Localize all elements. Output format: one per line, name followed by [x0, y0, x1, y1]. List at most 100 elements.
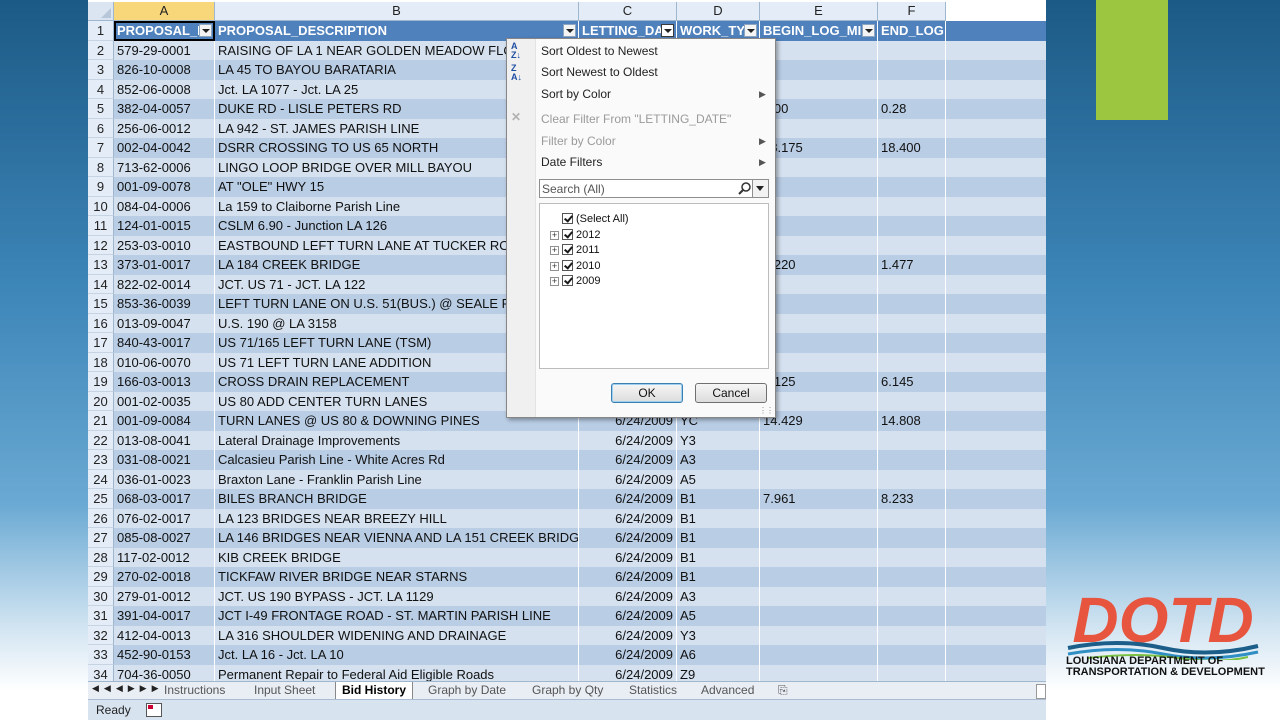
horizontal-scrollbar[interactable]: [1036, 684, 1046, 699]
table-cell-desc[interactable]: Braxton Lane - Franklin Parish Line: [215, 469, 579, 489]
table-cell-date[interactable]: 6/24/2009: [579, 508, 677, 528]
row-header[interactable]: 9: [88, 177, 114, 197]
table-cell-begin[interactable]: [760, 196, 878, 216]
table-cell-id[interactable]: 084-04-0006: [114, 196, 215, 216]
table-cell-begin[interactable]: [760, 450, 878, 470]
row-header[interactable]: 20: [88, 391, 114, 411]
table-cell-id[interactable]: 085-08-0027: [114, 528, 215, 548]
sort-oldest-newest-item[interactable]: Sort Oldest to Newest: [541, 41, 658, 61]
clear-filter-item[interactable]: Clear Filter From "LETTING_DATE": [541, 109, 731, 129]
table-cell-end[interactable]: [878, 352, 946, 372]
table-cell-desc[interactable]: JCT. US 190 BYPASS - JCT. LA 1129: [215, 586, 579, 606]
table-cell-id[interactable]: 001-02-0035: [114, 391, 215, 411]
table-cell-date[interactable]: 6/24/2009: [579, 625, 677, 645]
sheet-tab[interactable]: Bid History: [335, 682, 414, 699]
table-cell-begin[interactable]: [760, 313, 878, 333]
select-all-checkbox[interactable]: [562, 213, 573, 224]
table-cell-end[interactable]: [878, 430, 946, 450]
row-header[interactable]: 33: [88, 645, 114, 665]
table-cell-end[interactable]: [878, 118, 946, 138]
table-cell-desc[interactable]: Lateral Drainage Improvements: [215, 430, 579, 450]
table-cell-id[interactable]: 117-02-0012: [114, 547, 215, 567]
search-input[interactable]: [542, 181, 732, 196]
table-cell-work[interactable]: Y3: [677, 430, 760, 450]
table-cell-end[interactable]: [878, 469, 946, 489]
row-header[interactable]: 17: [88, 333, 114, 353]
column-header[interactable]: B: [215, 2, 579, 21]
table-cell-desc[interactable]: LA 316 SHOULDER WIDENING AND DRAINAGE: [215, 625, 579, 645]
table-cell-work[interactable]: A3: [677, 450, 760, 470]
macro-record-icon[interactable]: [146, 703, 162, 717]
table-cell-end[interactable]: [878, 450, 946, 470]
table-cell-begin[interactable]: [760, 586, 878, 606]
table-cell-begin[interactable]: [760, 567, 878, 587]
row-header[interactable]: 2: [88, 40, 114, 60]
insert-sheet-icon[interactable]: ⎘: [772, 682, 794, 699]
table-cell-desc[interactable]: JCT I-49 FRONTAGE ROAD - ST. MARTIN PARI…: [215, 606, 579, 626]
column-header[interactable]: A: [114, 2, 215, 21]
row-header[interactable]: 3: [88, 60, 114, 80]
table-cell-date[interactable]: 6/24/2009: [579, 528, 677, 548]
table-cell-id[interactable]: 279-01-0012: [114, 586, 215, 606]
ok-button[interactable]: OK: [611, 383, 683, 403]
table-cell-begin[interactable]: [760, 528, 878, 548]
filter-by-color-item[interactable]: Filter by Color ▶: [541, 131, 766, 151]
sheet-tab[interactable]: Advanced: [695, 682, 760, 699]
search-dropdown-button[interactable]: [752, 180, 768, 197]
table-cell-work[interactable]: A5: [677, 606, 760, 626]
table-cell-desc[interactable]: BILES BRANCH BRIDGE: [215, 489, 579, 509]
table-cell-date[interactable]: 6/24/2009: [579, 567, 677, 587]
table-cell-end[interactable]: 6.145: [878, 372, 946, 392]
table-cell-id[interactable]: 002-04-0042: [114, 138, 215, 158]
table-cell-begin[interactable]: [760, 391, 878, 411]
row-header[interactable]: 11: [88, 216, 114, 236]
table-cell-end[interactable]: 1.477: [878, 255, 946, 275]
table-cell-id[interactable]: 068-03-0017: [114, 489, 215, 509]
table-cell-date[interactable]: 6/24/2009: [579, 469, 677, 489]
resize-grip-icon[interactable]: ⋮⋮: [759, 406, 774, 415]
column-header[interactable]: F: [878, 2, 946, 21]
table-cell-work[interactable]: Y3: [677, 625, 760, 645]
table-cell-end[interactable]: [878, 60, 946, 80]
table-cell-date[interactable]: 6/24/2009: [579, 450, 677, 470]
row-header[interactable]: 14: [88, 274, 114, 294]
table-cell-begin[interactable]: [760, 469, 878, 489]
row-header[interactable]: 6: [88, 118, 114, 138]
table-cell-end[interactable]: [878, 79, 946, 99]
table-cell-end[interactable]: [878, 586, 946, 606]
expand-plus-icon[interactable]: +: [550, 246, 559, 255]
table-cell-desc[interactable]: Calcasieu Parish Line - White Acres Rd: [215, 450, 579, 470]
sort-newest-oldest-item[interactable]: Sort Newest to Oldest: [541, 62, 658, 82]
row-header[interactable]: 23: [88, 450, 114, 470]
row-header[interactable]: 25: [88, 489, 114, 509]
table-cell-end[interactable]: [878, 547, 946, 567]
table-cell-begin[interactable]: [760, 333, 878, 353]
table-cell-id[interactable]: 256-06-0012: [114, 118, 215, 138]
row-header[interactable]: 30: [88, 586, 114, 606]
row-header[interactable]: 28: [88, 547, 114, 567]
row-header[interactable]: 29: [88, 567, 114, 587]
table-cell-id[interactable]: 001-09-0084: [114, 411, 215, 431]
row-header[interactable]: 1: [88, 21, 114, 41]
table-cell-work[interactable]: B1: [677, 508, 760, 528]
table-cell-id[interactable]: 853-36-0039: [114, 294, 215, 314]
table-cell-begin[interactable]: 0.00: [760, 99, 878, 119]
table-cell-begin[interactable]: [760, 60, 878, 80]
expand-plus-icon[interactable]: +: [550, 231, 559, 240]
year-checkbox[interactable]: [562, 229, 573, 240]
table-cell-begin[interactable]: [760, 508, 878, 528]
expand-plus-icon[interactable]: +: [550, 277, 559, 286]
table-cell-id[interactable]: 253-03-0010: [114, 235, 215, 255]
expand-plus-icon[interactable]: +: [550, 262, 559, 271]
table-cell-date[interactable]: 6/24/2009: [579, 430, 677, 450]
sheet-tab[interactable]: Statistics: [623, 682, 683, 699]
table-cell-begin[interactable]: [760, 118, 878, 138]
year-checkbox[interactable]: [562, 275, 573, 286]
row-header[interactable]: 5: [88, 99, 114, 119]
row-header[interactable]: 26: [88, 508, 114, 528]
table-cell-id[interactable]: 412-04-0013: [114, 625, 215, 645]
table-cell-end[interactable]: [878, 606, 946, 626]
row-header[interactable]: 4: [88, 79, 114, 99]
row-header[interactable]: 27: [88, 528, 114, 548]
table-cell-begin[interactable]: [760, 216, 878, 236]
